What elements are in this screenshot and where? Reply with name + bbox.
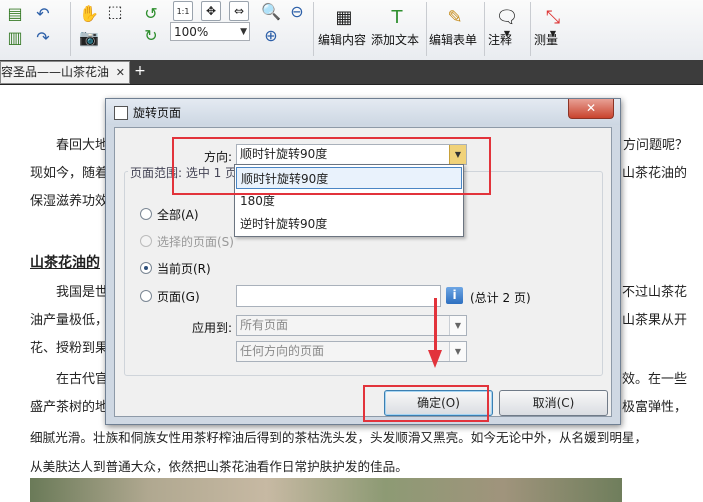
doc-line: 不过山茶花 xyxy=(622,285,688,300)
annotate-button[interactable]: 🗨 注释 ▼ xyxy=(488,0,526,58)
doc-line: 细腻光滑。壮族和侗族女性用茶籽榨油后得到的茶枯洗头发，头发顺滑又黑亮。如今无论中… xyxy=(30,430,648,445)
edit-content-button[interactable]: ▦ 编辑内容 xyxy=(318,0,370,58)
hand-tool-icon[interactable]: ✋ xyxy=(78,2,100,24)
chevron-down-icon: ▼ xyxy=(449,316,466,335)
rotate-cw-icon[interactable]: ↻ xyxy=(140,24,162,46)
radio-pages[interactable] xyxy=(140,290,152,302)
radio-all[interactable] xyxy=(140,208,152,220)
apply-to-value: 所有页面 xyxy=(240,318,289,332)
doc-line: 油产量极低， xyxy=(30,313,109,328)
fit-page-icon[interactable]: ✥ xyxy=(201,1,221,21)
add-text-label: 添加文本 xyxy=(371,33,420,47)
radio-selected-label: 选择的页面(S) xyxy=(157,235,234,249)
redo-icon[interactable]: ↷ xyxy=(32,26,54,48)
close-icon[interactable]: ✕ xyxy=(116,62,125,83)
new-tab-button[interactable]: + xyxy=(133,64,147,78)
dialog-titlebar: 旋转页面 ✕ xyxy=(106,99,620,125)
app-icon xyxy=(114,106,128,120)
doc-line: 在古代官 xyxy=(56,372,109,387)
zoom-value: 100% xyxy=(174,25,209,39)
document-image xyxy=(30,478,622,502)
annotate-label: 注释 xyxy=(488,33,513,47)
measure-icon: ⤡ xyxy=(545,6,561,28)
dialog-title: 旋转页面 xyxy=(133,106,182,120)
radio-current-label: 当前页(R) xyxy=(157,262,211,276)
add-text-icon: T xyxy=(391,6,403,28)
doc-line: 花、授粉到果 xyxy=(30,341,109,356)
doc-line: 我国是世 xyxy=(56,285,109,300)
doc-line: 效。在一些 xyxy=(622,372,688,387)
measure-button[interactable]: ⤡ 测量 ▼ xyxy=(534,0,572,58)
annotation-box-direction xyxy=(172,137,491,195)
edit-content-icon: ▦ xyxy=(335,6,353,28)
measure-label: 测量 xyxy=(534,33,559,47)
snapshot-icon[interactable]: 📷 xyxy=(78,26,100,48)
info-icon[interactable]: i xyxy=(446,287,463,304)
doc-line: 山茶花油的 xyxy=(622,166,688,181)
apply-to-label: 应用到: xyxy=(192,321,233,335)
rotate-ccw-icon[interactable]: ↺ xyxy=(140,2,162,24)
actual-size-icon[interactable]: 1:1 xyxy=(173,1,193,21)
zoom-in-icon[interactable]: ⊕ xyxy=(260,24,282,46)
extract-page-icon[interactable]: ▥ xyxy=(4,26,26,48)
zoom-in-glass-icon[interactable]: 🔍 xyxy=(260,0,282,22)
edit-form-label: 编辑表单 xyxy=(429,33,478,47)
actual-size-label: 1:1 xyxy=(176,6,190,16)
pages-input[interactable] xyxy=(236,285,441,307)
radio-current-page[interactable] xyxy=(140,262,152,274)
select-tool-icon[interactable]: ⬚ xyxy=(104,0,126,22)
fit-width-icon[interactable]: ⇔ xyxy=(229,1,249,21)
annotation-arrow-head xyxy=(428,350,442,368)
doc-line: 山茶果从开 xyxy=(622,313,688,328)
doc-line: 现如今，随着 xyxy=(30,166,109,181)
zoom-select[interactable]: 100% ▼ xyxy=(170,22,250,41)
annotation-arrow xyxy=(434,298,437,352)
doc-line: 保湿滋养功效 xyxy=(30,194,109,209)
doc-line: 方问题呢？ xyxy=(623,138,689,153)
cancel-button[interactable]: 取消(C) xyxy=(499,390,608,416)
radio-pages-label: 页面(G) xyxy=(157,290,200,304)
chevron-down-icon: ▼ xyxy=(449,342,466,361)
toolbar: ▤ ▥ ↶ ↷ ✋ ⬚ 📷 ↺ ↻ 1:1 ✥ ⇔ 100% ▼ 🔍 ⊖ ⊕ ▦… xyxy=(0,0,703,61)
edit-form-button[interactable]: ✎ 编辑表单 xyxy=(429,0,481,58)
add-text-button[interactable]: T 添加文本 xyxy=(371,0,423,58)
annotate-icon: 🗨 xyxy=(495,6,519,28)
undo-icon[interactable]: ↶ xyxy=(32,2,54,24)
tab-bar: 容圣品——山茶花油 ✕ + xyxy=(0,60,703,85)
chevron-down-icon: ▼ xyxy=(240,27,247,37)
doc-line: 盛产茶树的地 xyxy=(30,400,109,415)
tab-label: 容圣品——山茶花油 xyxy=(1,65,110,79)
radio-all-label: 全部(A) xyxy=(157,208,199,222)
annotation-box-ok xyxy=(363,385,489,422)
doc-line: 春回大地 xyxy=(56,138,109,153)
total-pages-label: (总计 2 页) xyxy=(470,291,531,305)
insert-page-icon[interactable]: ▤ xyxy=(4,2,26,24)
doc-line: 极富弹性， xyxy=(622,400,688,415)
orientation-value: 任何方向的页面 xyxy=(240,344,325,358)
apply-to-select: 所有页面 ▼ xyxy=(236,315,467,336)
radio-selected-pages xyxy=(140,235,152,247)
dropdown-option[interactable]: 逆时针旋转90度 xyxy=(236,213,462,235)
edit-content-label: 编辑内容 xyxy=(318,33,367,47)
edit-form-icon: ✎ xyxy=(447,6,463,28)
doc-line: 从美肤达人到普通大众，依然把山茶花油看作日常护肤护发的佳品。 xyxy=(30,459,408,474)
dialog-close-button[interactable]: ✕ xyxy=(568,99,614,119)
tab-document[interactable]: 容圣品——山茶花油 ✕ xyxy=(0,61,130,84)
zoom-out-icon[interactable]: ⊖ xyxy=(286,0,308,22)
doc-heading: 山茶花油的 xyxy=(30,255,100,271)
